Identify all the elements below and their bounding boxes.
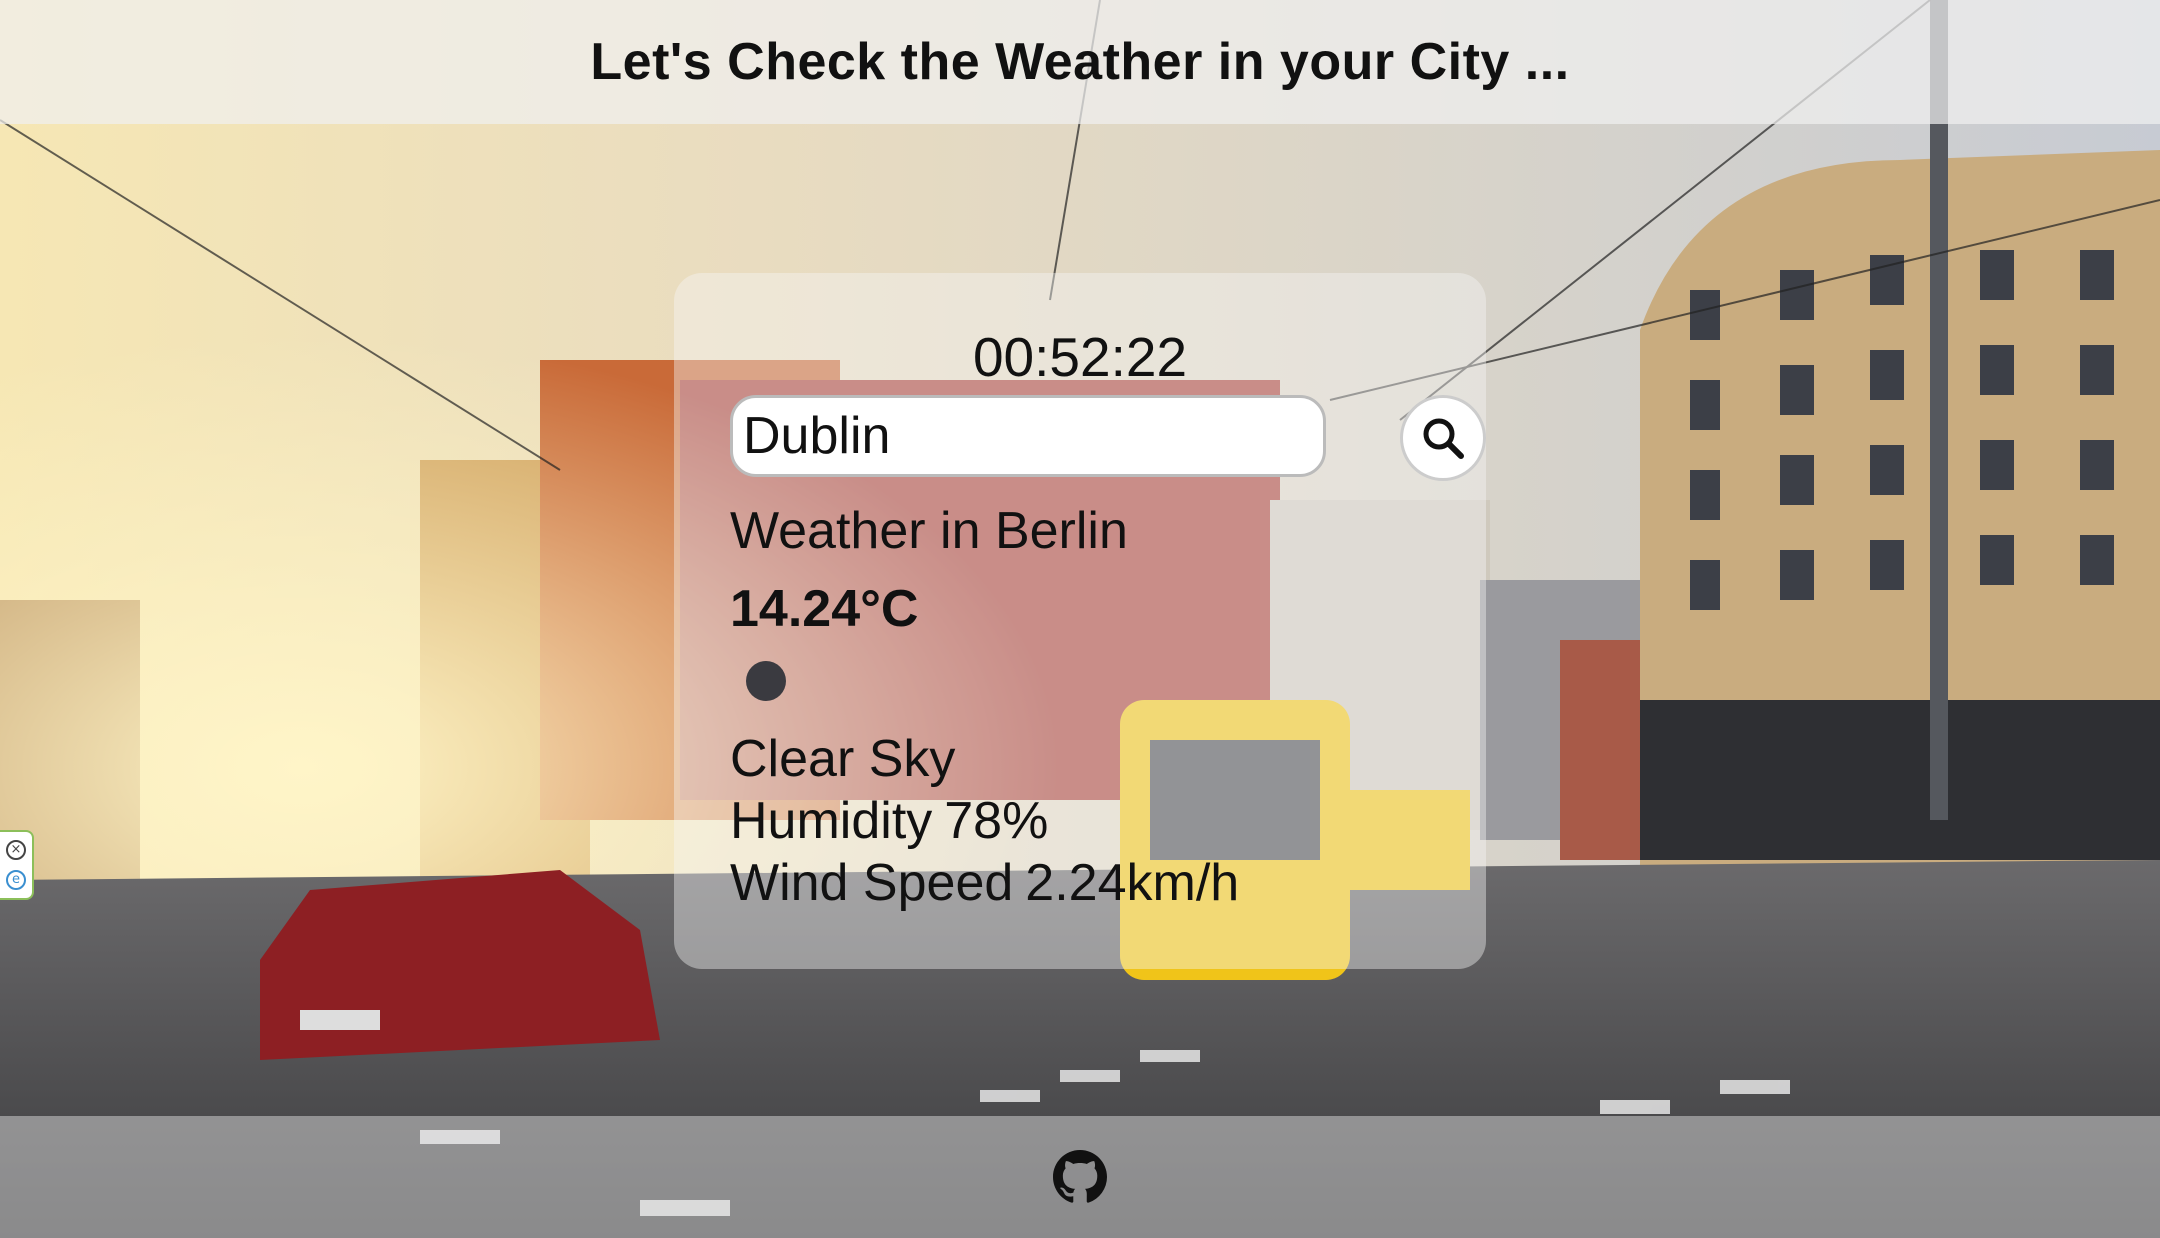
city-search-input[interactable] <box>730 395 1326 477</box>
humidity-value: 78% <box>944 792 1049 850</box>
close-icon[interactable]: × <box>6 840 26 860</box>
humidity-label: Humidity <box>730 792 933 850</box>
weather-card: 00:52:22 Weather in Berlin 14.24°C Clear… <box>674 273 1486 969</box>
temperature-value: 14.24°C <box>730 580 919 638</box>
extension-badges: × e <box>0 830 34 900</box>
wind-readout: Wind Speed 2.24km/h <box>730 853 1239 913</box>
clear-sky-icon <box>746 661 786 701</box>
extension-icon[interactable]: e <box>6 870 26 890</box>
weather-app-page: Let's Check the Weather in your City ...… <box>0 0 2160 1238</box>
github-icon[interactable] <box>1053 1150 1107 1204</box>
city-heading: Weather in Berlin <box>730 502 1128 560</box>
clock-display: 00:52:22 <box>972 326 1188 388</box>
search-icon <box>1423 418 1464 459</box>
page-title: Let's Check the Weather in your City ... <box>590 33 1570 91</box>
weather-description: Clear Sky <box>730 730 956 788</box>
wind-label: Wind Speed <box>730 854 1014 912</box>
search-bar <box>730 395 1486 481</box>
app-header: Let's Check the Weather in your City ... <box>0 0 2160 124</box>
app-footer <box>0 1116 2160 1238</box>
wind-value: 2.24km/h <box>1025 854 1240 912</box>
search-button[interactable] <box>1400 395 1486 481</box>
humidity-readout: Humidity 78% <box>730 791 1048 851</box>
